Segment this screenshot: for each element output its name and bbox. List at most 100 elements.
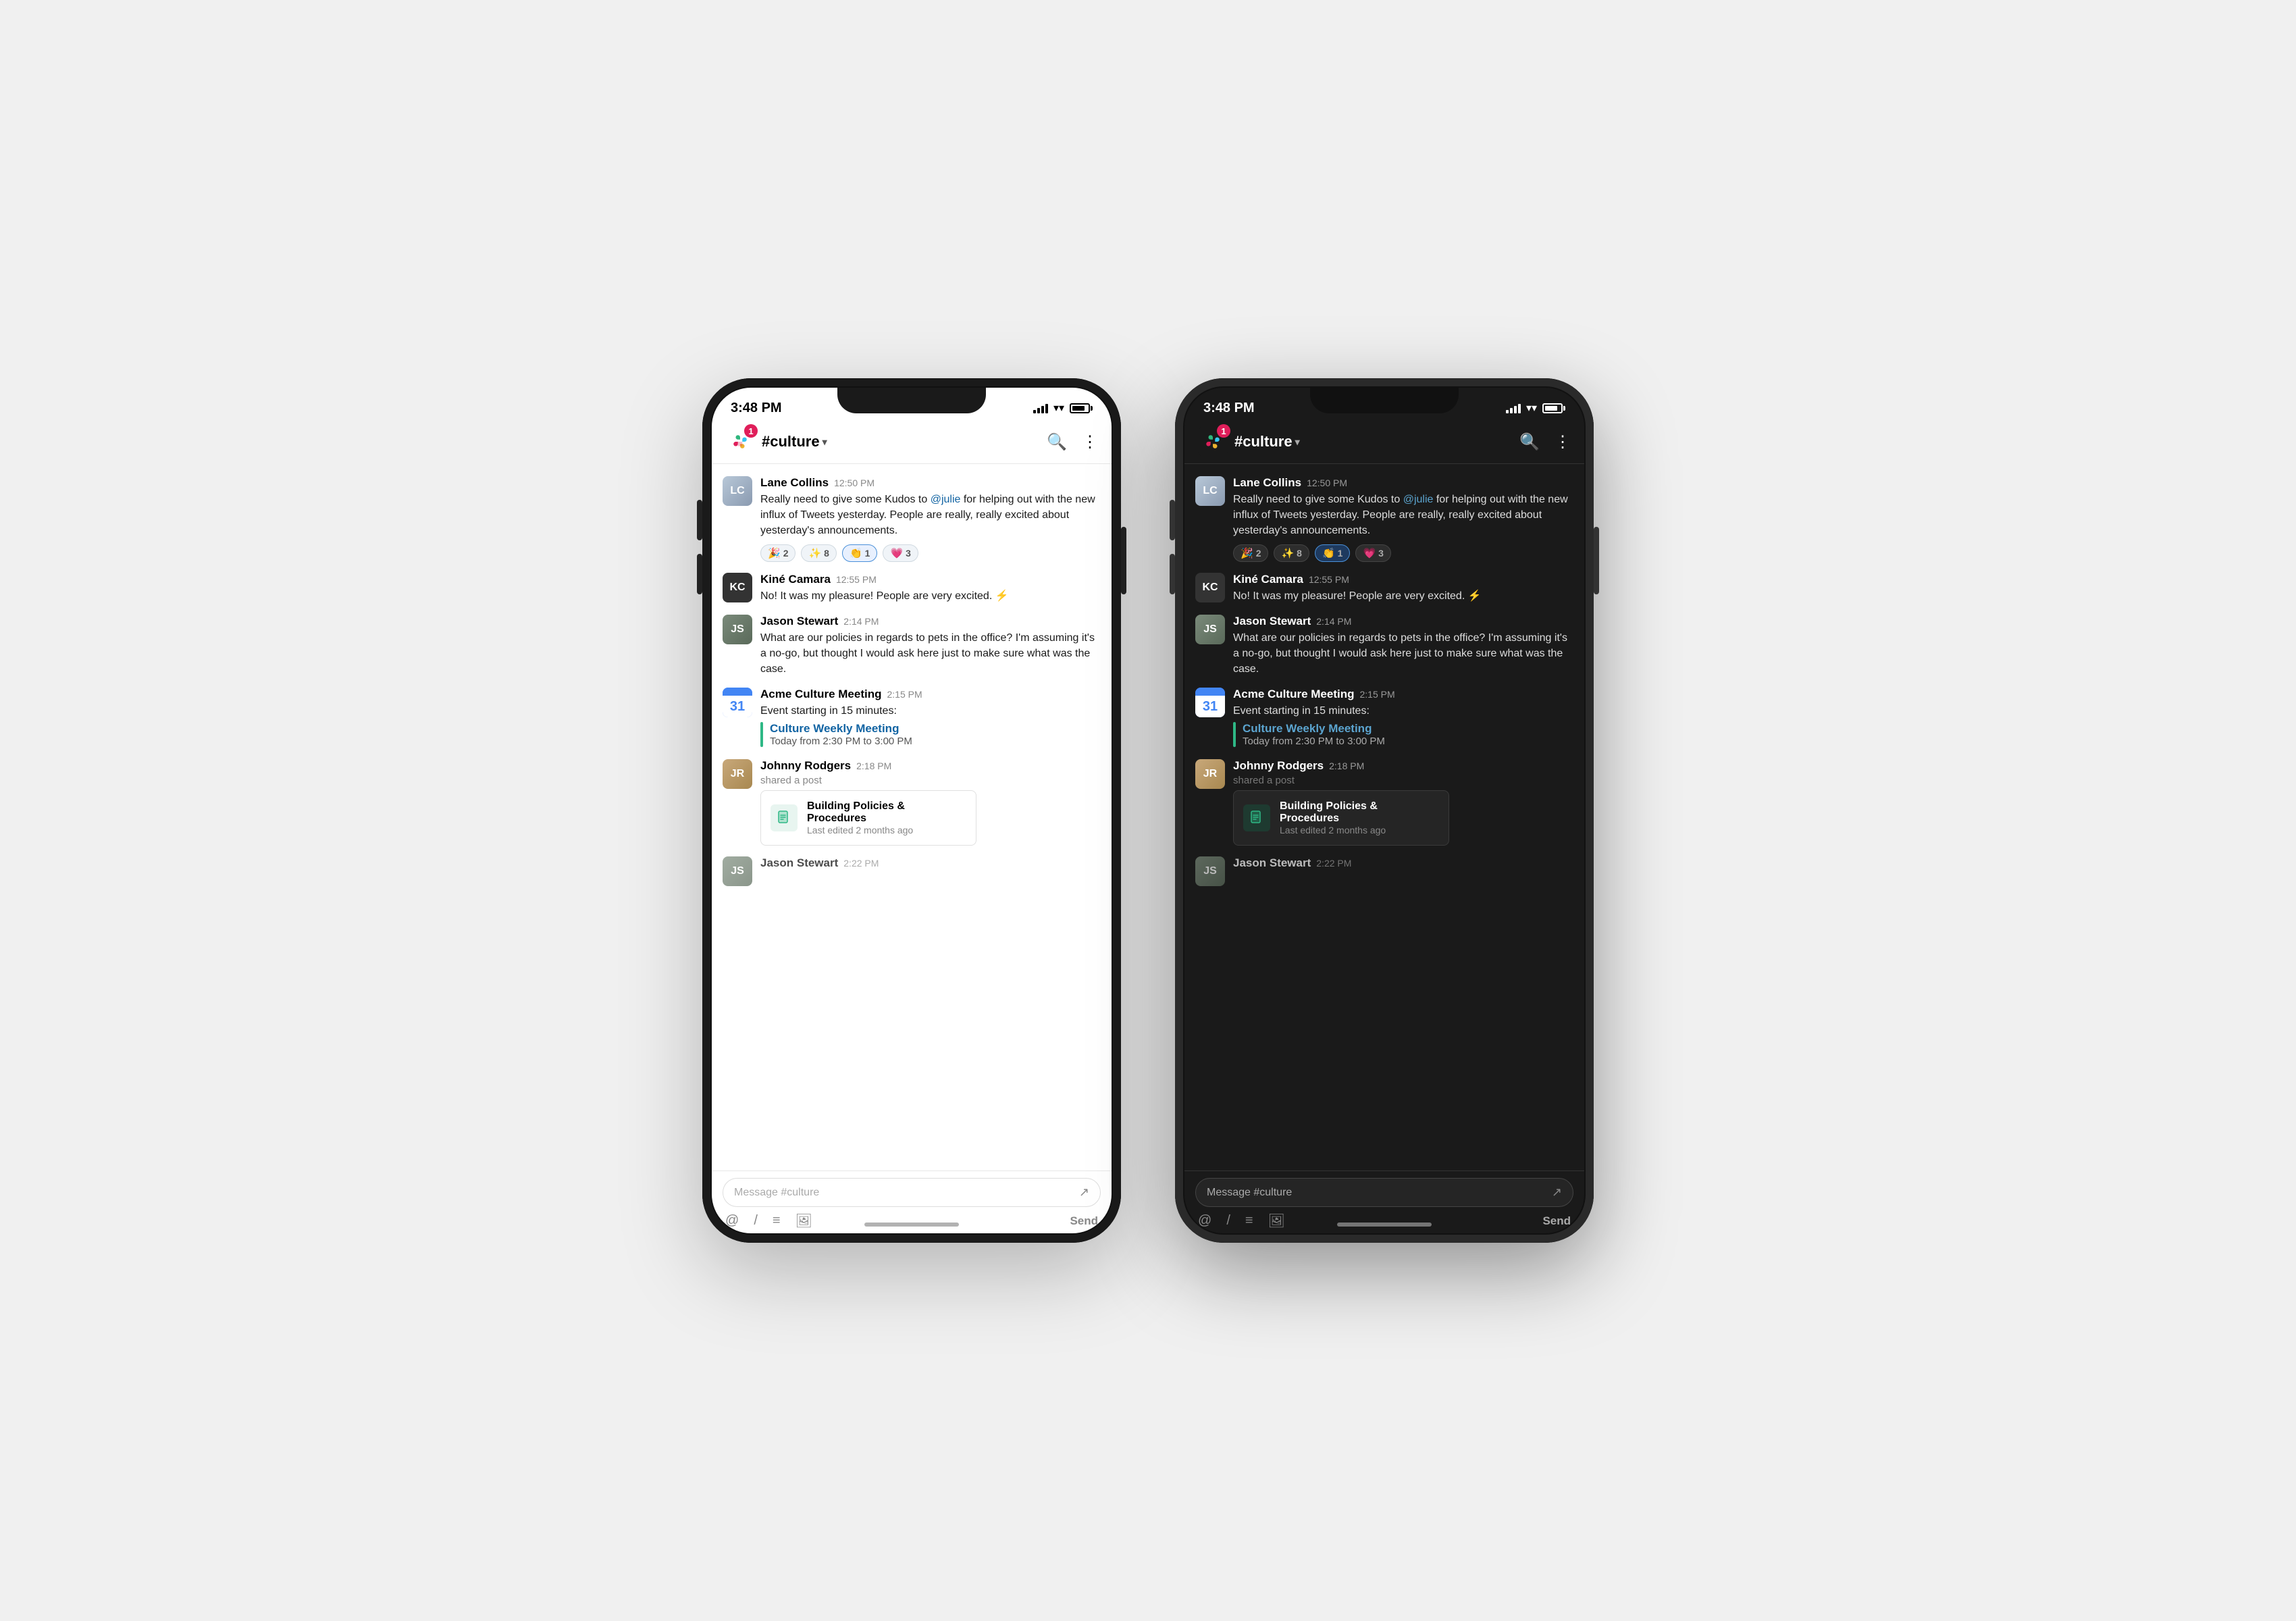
vol-up-button[interactable] — [697, 500, 702, 540]
message-content: Lane Collins 12:50 PM Really need to giv… — [760, 476, 1101, 562]
power-button[interactable] — [1121, 527, 1126, 594]
reaction[interactable]: 💗3 — [1355, 544, 1390, 562]
document-icon — [776, 810, 792, 826]
reaction[interactable]: 🎉2 — [760, 544, 795, 562]
wifi-icon: ▾▾ — [1526, 401, 1537, 415]
mention-button[interactable]: @ — [725, 1213, 739, 1229]
reactions: 🎉2 ✨8 👏1 💗3 — [760, 544, 1101, 562]
power-button[interactable] — [1594, 527, 1599, 594]
image-button[interactable]: 🖼 — [1268, 1212, 1285, 1229]
vol-up-button[interactable] — [1170, 500, 1175, 540]
signal-icon — [1033, 403, 1048, 413]
vol-down-button[interactable] — [1170, 554, 1175, 594]
message-text: Really need to give some Kudos to @julie… — [1233, 492, 1573, 539]
sender-name: Jason Stewart — [1233, 856, 1311, 870]
list-item: JS Jason Stewart 2:14 PM What are our po… — [1184, 609, 1584, 683]
avatar-calendar: 31 — [723, 688, 752, 717]
event-meeting-name[interactable]: Culture Weekly Meeting — [770, 722, 912, 736]
shared-post-label: shared a post — [1233, 775, 1573, 786]
notification-badge: 1 — [744, 424, 758, 438]
header-left: 1 #culture ▾ — [725, 427, 827, 457]
message-input-box[interactable]: Message #culture ↗ — [1195, 1178, 1573, 1207]
reaction[interactable]: ✨8 — [1274, 544, 1309, 562]
sender-name: Acme Culture Meeting — [1233, 688, 1354, 701]
list-item: JS Jason Stewart 2:22 PM — [712, 851, 1112, 892]
list-item: JS Jason Stewart 2:14 PM What are our po… — [712, 609, 1112, 683]
slash-command-button[interactable]: / — [1226, 1213, 1230, 1229]
message-text: No! It was my pleasure! People are very … — [760, 588, 1101, 604]
channel-name[interactable]: #culture ▾ — [1234, 433, 1300, 451]
format-button[interactable]: ≡ — [773, 1213, 781, 1229]
mention[interactable]: @julie — [1403, 494, 1434, 505]
avatar: JS — [723, 615, 752, 644]
app-header: 1 #culture ▾ 🔍 ⋮ — [1184, 423, 1584, 464]
search-icon[interactable]: 🔍 — [1047, 432, 1067, 452]
sender-name: Jason Stewart — [760, 856, 838, 870]
mention-button[interactable]: @ — [1198, 1213, 1211, 1229]
header-right: 🔍 ⋮ — [1519, 432, 1571, 452]
post-icon — [771, 804, 798, 831]
wifi-icon: ▾▾ — [1053, 401, 1064, 415]
avatar: JS — [1195, 615, 1225, 644]
send-button[interactable]: Send — [1542, 1214, 1571, 1228]
event-card: Culture Weekly Meeting Today from 2:30 P… — [1233, 722, 1573, 747]
message-content: Jason Stewart 2:14 PM What are our polic… — [1233, 615, 1573, 677]
post-card[interactable]: Building Policies & Procedures Last edit… — [760, 790, 976, 846]
message-time: 2:14 PM — [1316, 616, 1351, 627]
mention[interactable]: @julie — [931, 494, 961, 505]
search-icon[interactable]: 🔍 — [1519, 432, 1540, 452]
more-icon[interactable]: ⋮ — [1555, 432, 1571, 452]
message-time: 2:18 PM — [1329, 761, 1364, 771]
message-time: 12:50 PM — [1307, 478, 1347, 488]
slack-logo[interactable]: 1 — [725, 427, 755, 457]
expand-icon[interactable]: ↗ — [1552, 1185, 1562, 1200]
post-icon — [1243, 804, 1270, 831]
message-time: 12:55 PM — [1309, 574, 1349, 585]
reactions: 🎉2 ✨8 👏1 💗3 — [1233, 544, 1573, 562]
toolbar: @ / ≡ 🖼 Send — [1195, 1212, 1573, 1229]
chevron-down-icon: ▾ — [823, 436, 827, 448]
reaction[interactable]: 🎉2 — [1233, 544, 1268, 562]
image-button[interactable]: 🖼 — [795, 1212, 812, 1229]
message-text: What are our policies in regards to pets… — [1233, 630, 1573, 677]
reaction-highlighted[interactable]: 👏1 — [842, 544, 877, 562]
list-item: JR Johnny Rodgers 2:18 PM shared a post — [712, 754, 1112, 851]
reaction-highlighted[interactable]: 👏1 — [1315, 544, 1350, 562]
event-time-text: Today from 2:30 PM to 3:00 PM — [770, 736, 912, 747]
format-button[interactable]: ≡ — [1245, 1213, 1253, 1229]
avatar: JR — [723, 759, 752, 789]
sender-name: Johnny Rodgers — [760, 759, 851, 773]
notification-badge: 1 — [1217, 424, 1230, 438]
expand-icon[interactable]: ↗ — [1079, 1185, 1089, 1200]
avatar-calendar: 31 — [1195, 688, 1225, 717]
phone-dark: 3:48 PM ▾▾ — [1175, 378, 1594, 1243]
list-item: 31 Acme Culture Meeting 2:15 PM Event st… — [1184, 682, 1584, 753]
message-time: 2:14 PM — [843, 616, 879, 627]
post-card[interactable]: Building Policies & Procedures Last edit… — [1233, 790, 1449, 846]
message-content: Kiné Camara 12:55 PM No! It was my pleas… — [760, 573, 1101, 604]
slash-command-button[interactable]: / — [754, 1213, 758, 1229]
avatar: LC — [723, 476, 752, 506]
message-content: Jason Stewart 2:22 PM — [1233, 856, 1573, 886]
sender-name: Johnny Rodgers — [1233, 759, 1324, 773]
message-time: 2:22 PM — [843, 858, 879, 869]
document-icon — [1249, 810, 1265, 826]
list-item: KC Kiné Camara 12:55 PM No! It was my pl… — [1184, 567, 1584, 609]
event-card: Culture Weekly Meeting Today from 2:30 P… — [760, 722, 1101, 747]
reaction[interactable]: ✨8 — [801, 544, 836, 562]
message-input-box[interactable]: Message #culture ↗ — [723, 1178, 1101, 1207]
avatar: KC — [723, 573, 752, 602]
post-info: Building Policies & Procedures Last edit… — [807, 800, 966, 835]
more-icon[interactable]: ⋮ — [1082, 432, 1098, 452]
message-text: What are our policies in regards to pets… — [760, 630, 1101, 677]
slack-logo[interactable]: 1 — [1198, 427, 1228, 457]
event-meeting-name[interactable]: Culture Weekly Meeting — [1243, 722, 1385, 736]
vol-down-button[interactable] — [697, 554, 702, 594]
sender-name: Jason Stewart — [1233, 615, 1311, 628]
send-button[interactable]: Send — [1070, 1214, 1098, 1228]
reaction[interactable]: 💗3 — [883, 544, 918, 562]
channel-name[interactable]: #culture ▾ — [762, 433, 827, 451]
list-item: 31 Acme Culture Meeting 2:15 PM Event st… — [712, 682, 1112, 753]
messages-area: LC Lane Collins 12:50 PM Really need to … — [1184, 464, 1584, 1170]
message-content: Kiné Camara 12:55 PM No! It was my pleas… — [1233, 573, 1573, 604]
